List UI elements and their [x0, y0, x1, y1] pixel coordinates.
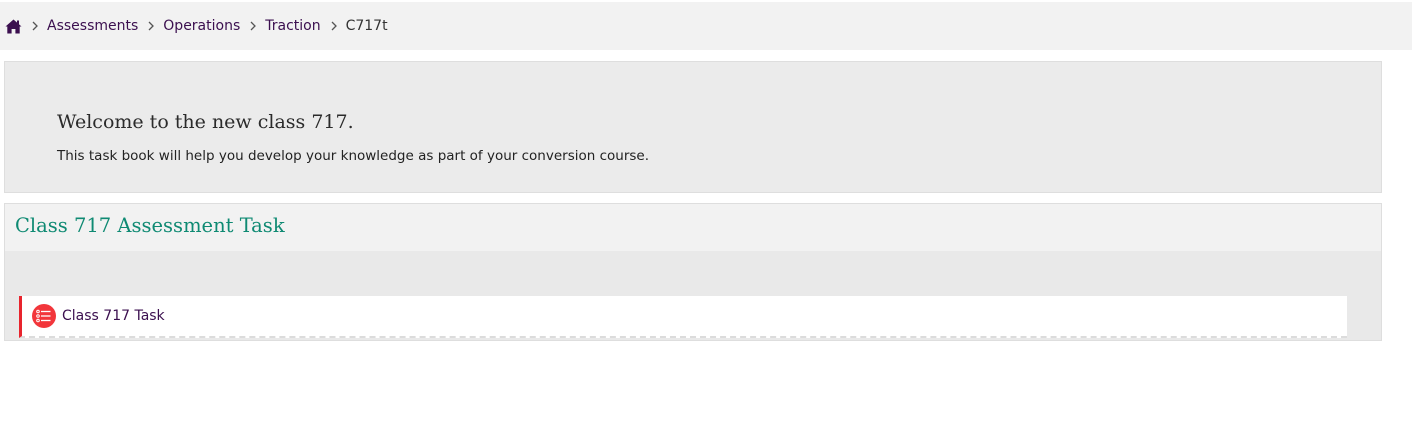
breadcrumb: Assessments Operations Traction C717t [0, 2, 1412, 50]
activity-item[interactable]: Class 717 Task [19, 296, 1347, 338]
breadcrumb-item-traction[interactable]: Traction [265, 18, 320, 34]
welcome-text: This task book will help you develop you… [57, 148, 650, 164]
course-section: Class 717 Assessment Task Class 717 Task [4, 203, 1382, 341]
breadcrumb-item-assessments[interactable]: Assessments [47, 18, 138, 34]
checklist-icon [32, 304, 56, 328]
section-header: Class 717 Assessment Task [5, 204, 1381, 251]
chevron-right-icon [148, 21, 155, 31]
home-icon[interactable] [4, 18, 22, 34]
welcome-title: Welcome to the new class 717. [57, 111, 354, 133]
chevron-right-icon [250, 21, 257, 31]
activity-label[interactable]: Class 717 Task [62, 308, 165, 324]
welcome-panel: Welcome to the new class 717. This task … [4, 61, 1382, 193]
chevron-right-icon [331, 21, 337, 31]
breadcrumb-current: C717t [345, 18, 388, 34]
breadcrumb-item-operations[interactable]: Operations [163, 18, 240, 34]
chevron-right-icon [32, 21, 38, 31]
section-title[interactable]: Class 717 Assessment Task [15, 214, 285, 237]
